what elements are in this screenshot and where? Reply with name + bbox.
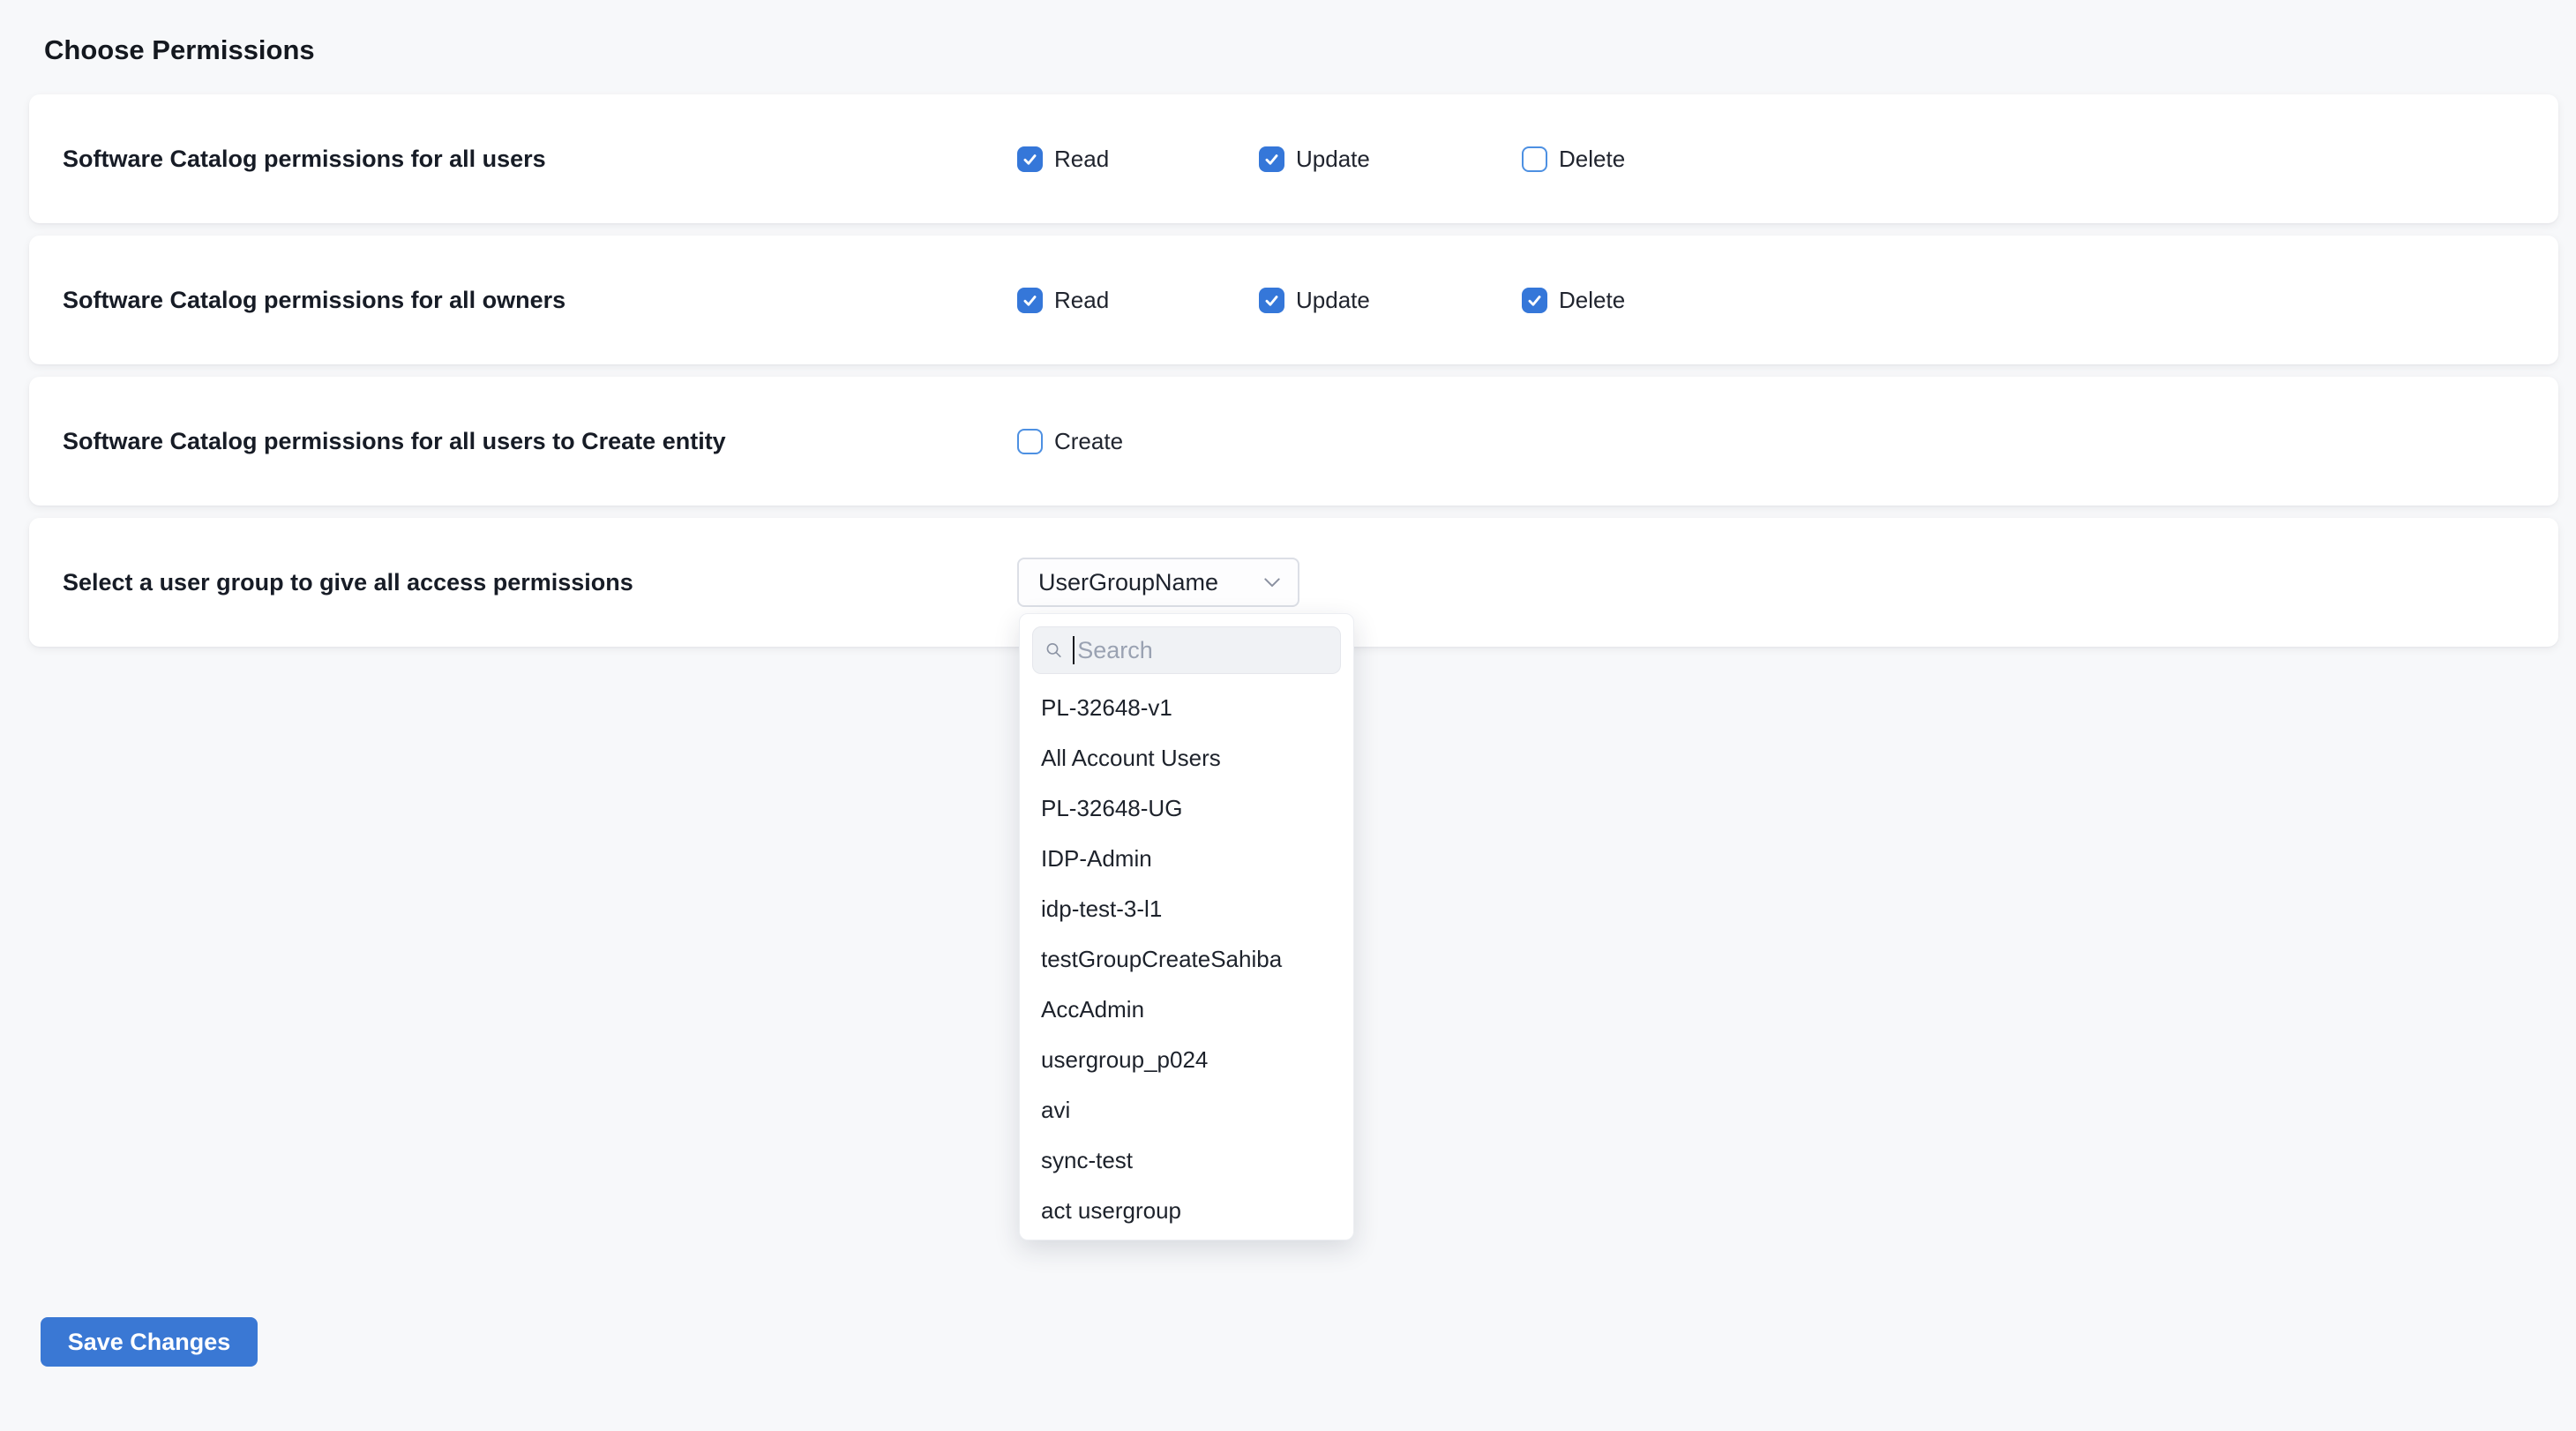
checkbox-label: Create [1054,428,1123,455]
user-group-select: UserGroupName PL-32648-v1 All Account Us… [1017,558,1299,607]
user-group-dropdown-panel: PL-32648-v1 All Account Users PL-32648-U… [1019,613,1354,1240]
read-checkbox[interactable] [1017,146,1043,172]
checkbox-group-delete: Delete [1522,146,1625,173]
card-label: Software Catalog permissions for all use… [29,428,1017,455]
checkbox-label: Delete [1559,146,1625,173]
text-cursor [1073,636,1075,664]
checkbox-row: Create [1017,428,1123,455]
dropdown-option[interactable]: usergroup_p024 [1032,1035,1341,1085]
check-icon [1263,292,1280,309]
check-icon [1526,292,1543,309]
search-input[interactable] [1077,637,1328,664]
delete-checkbox[interactable] [1522,146,1547,172]
dropdown-option[interactable]: avi [1032,1085,1341,1135]
dropdown-option[interactable]: PL-32648-UG [1032,783,1341,834]
permissions-page: Choose Permissions Software Catalog perm… [0,0,2576,647]
dropdown-option[interactable]: PL-32648-v1 [1032,683,1341,733]
card-label: Software Catalog permissions for all use… [29,146,1017,173]
read-checkbox[interactable] [1017,288,1043,313]
dropdown-options-list: PL-32648-v1 All Account Users PL-32648-U… [1032,683,1341,1236]
card-user-group-select: Select a user group to give all access p… [29,518,2558,647]
dropdown-option[interactable]: idp-test-3-l1 [1032,884,1341,934]
check-icon [1022,292,1038,309]
dropdown-search-box[interactable] [1032,626,1341,674]
user-group-dropdown-button[interactable]: UserGroupName [1017,558,1299,607]
checkbox-group-read: Read [1017,287,1259,314]
checkbox-group-delete: Delete [1522,287,1625,314]
dropdown-option[interactable]: testGroupCreateSahiba [1032,934,1341,985]
checkbox-row: Read Update Delete [1017,287,1625,314]
card-permissions-all-owners: Software Catalog permissions for all own… [29,236,2558,364]
chevron-down-icon [1264,578,1280,588]
dropdown-option[interactable]: sync-test [1032,1135,1341,1186]
checkbox-label: Read [1054,146,1109,173]
dropdown-option[interactable]: AccAdmin [1032,985,1341,1035]
delete-checkbox[interactable] [1522,288,1547,313]
check-icon [1022,151,1038,168]
card-label: Select a user group to give all access p… [29,569,1017,596]
checkbox-group-create: Create [1017,428,1123,455]
checkbox-row: Read Update Delete [1017,146,1625,173]
update-checkbox[interactable] [1259,288,1284,313]
dropdown-option[interactable]: IDP-Admin [1032,834,1341,884]
checkbox-group-update: Update [1259,287,1522,314]
card-permissions-all-users: Software Catalog permissions for all use… [29,94,2558,223]
card-permissions-create-entity: Software Catalog permissions for all use… [29,377,2558,506]
checkbox-label: Delete [1559,287,1625,314]
dropdown-option[interactable]: All Account Users [1032,733,1341,783]
checkbox-label: Read [1054,287,1109,314]
save-changes-button[interactable]: Save Changes [41,1317,258,1367]
search-icon [1045,640,1062,661]
checkbox-label: Update [1296,287,1370,314]
checkbox-group-read: Read [1017,146,1259,173]
create-checkbox[interactable] [1017,429,1043,454]
update-checkbox[interactable] [1259,146,1284,172]
checkbox-label: Update [1296,146,1370,173]
check-icon [1263,151,1280,168]
checkbox-group-update: Update [1259,146,1522,173]
dropdown-selected-value: UserGroupName [1038,569,1218,596]
dropdown-option[interactable]: act usergroup [1032,1186,1341,1236]
card-label: Software Catalog permissions for all own… [29,287,1017,314]
page-title: Choose Permissions [44,32,2558,68]
